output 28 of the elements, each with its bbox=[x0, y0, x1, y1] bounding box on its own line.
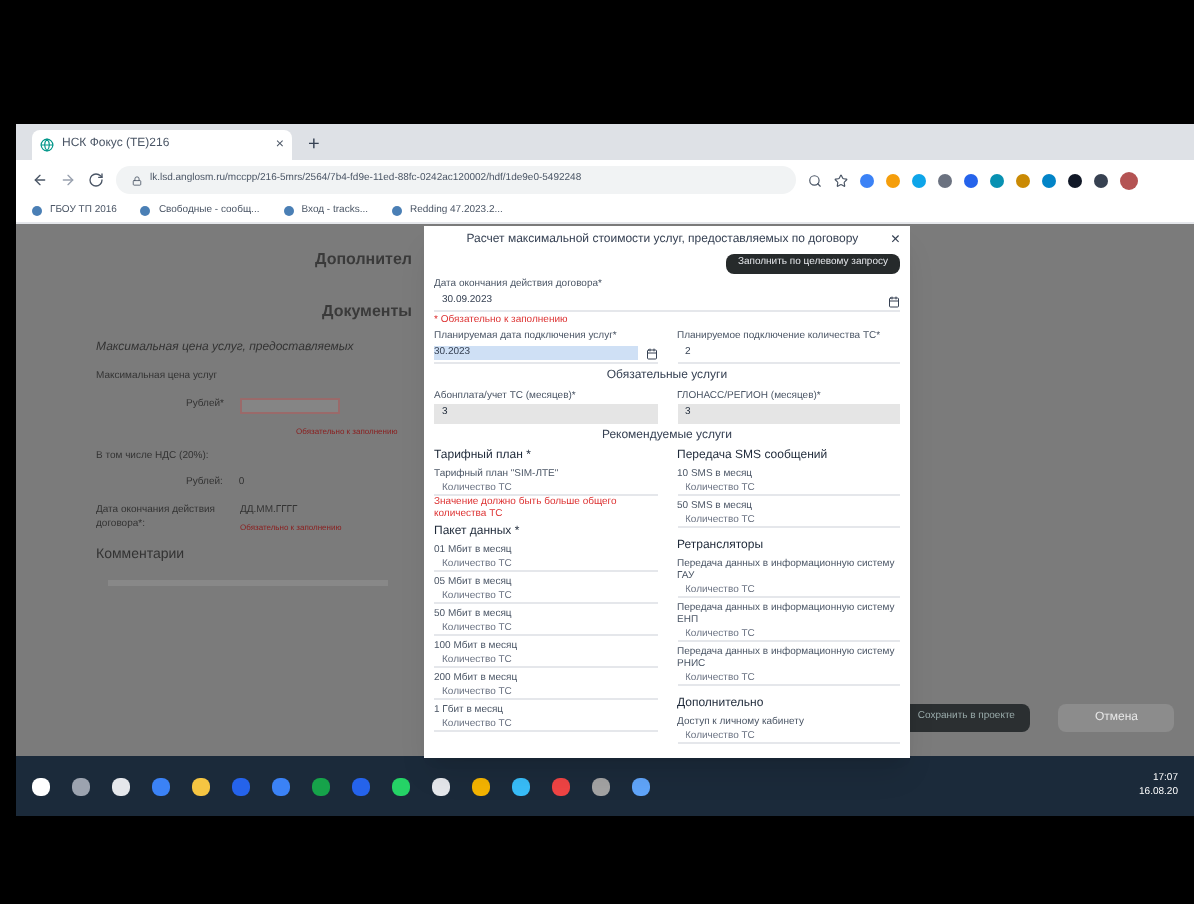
taskbar-app-icon[interactable] bbox=[32, 777, 50, 795]
taskbar-app-icon[interactable] bbox=[592, 777, 610, 795]
taskbar-app-icon[interactable] bbox=[392, 777, 410, 795]
taskbar-app-icon[interactable] bbox=[472, 777, 490, 795]
taskbar-app-icon[interactable] bbox=[192, 777, 210, 795]
reload-icon[interactable] bbox=[88, 172, 104, 188]
taskbar-app-icon[interactable] bbox=[72, 777, 90, 795]
bookmark-icon bbox=[32, 206, 42, 216]
search-icon[interactable] bbox=[808, 173, 822, 187]
star-icon[interactable] bbox=[834, 173, 848, 187]
taskbar-app-icon[interactable] bbox=[112, 777, 130, 795]
globe-icon bbox=[40, 138, 54, 152]
bookmark-icon bbox=[392, 206, 402, 216]
taskbar-app-icon[interactable] bbox=[512, 777, 530, 795]
taskbar-app-icon[interactable] bbox=[432, 777, 450, 795]
profile-avatar[interactable] bbox=[1120, 171, 1138, 189]
new-tab-button[interactable]: + bbox=[308, 136, 320, 156]
bookmark-icon bbox=[283, 206, 294, 216]
section-title: Документы bbox=[322, 300, 412, 324]
calendar-icon[interactable] bbox=[888, 295, 900, 307]
input-field[interactable] bbox=[239, 397, 340, 413]
taskbar-app-icon[interactable] bbox=[632, 777, 650, 795]
close-button[interactable]: × bbox=[890, 232, 900, 248]
lock-icon bbox=[132, 175, 142, 185]
calendar-icon[interactable] bbox=[645, 347, 657, 359]
back-icon[interactable] bbox=[32, 172, 48, 188]
bookmark-icon bbox=[140, 206, 151, 216]
section-title: Дополнител bbox=[315, 248, 412, 272]
